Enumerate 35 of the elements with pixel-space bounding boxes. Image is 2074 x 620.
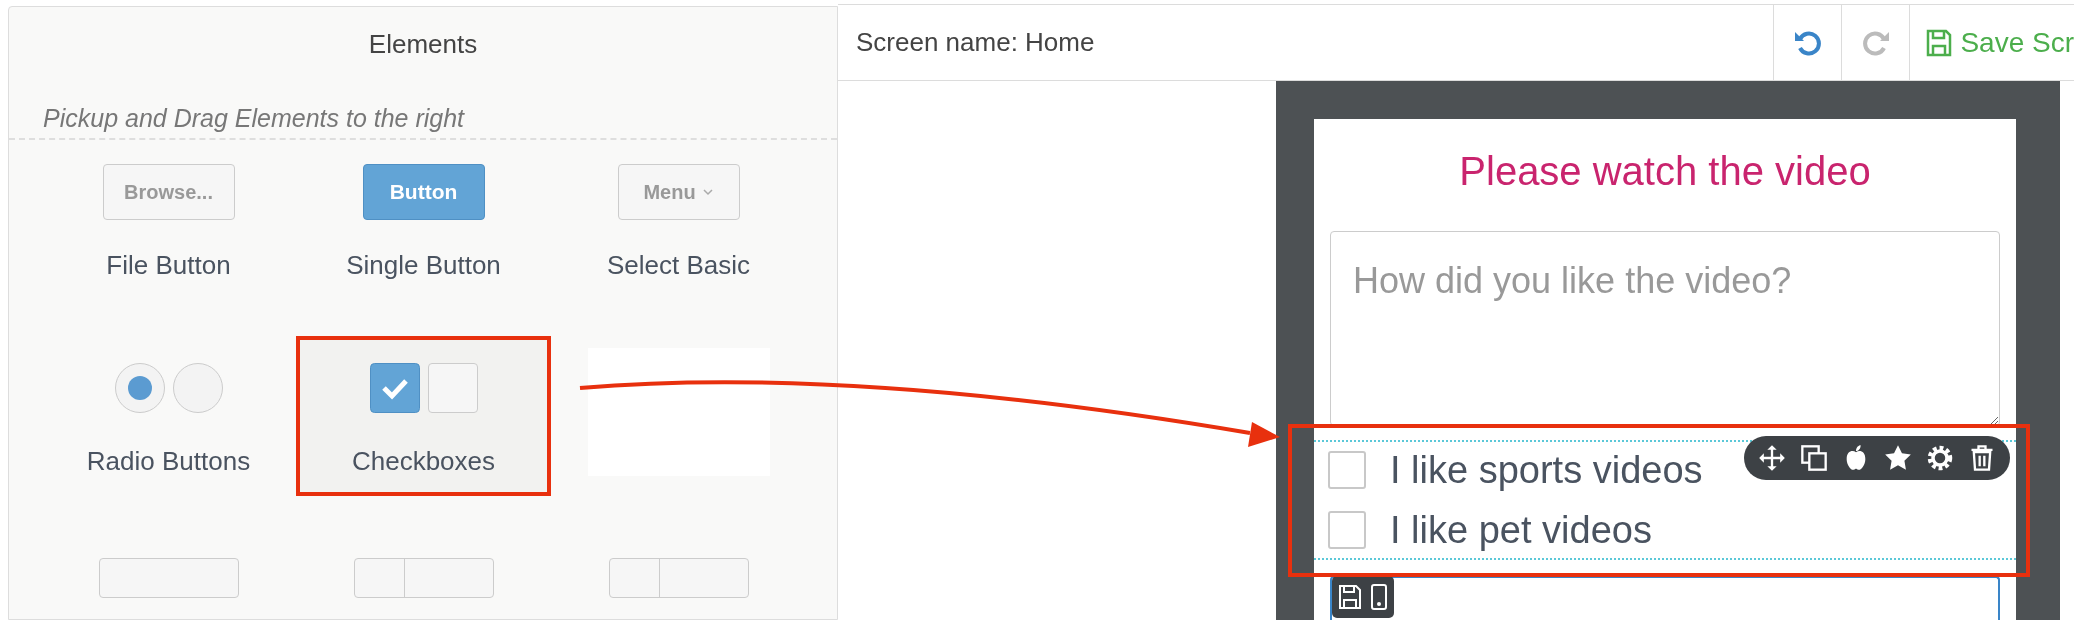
- chevron-down-icon: [701, 187, 714, 196]
- save-icon[interactable]: [1338, 584, 1362, 610]
- panel-title: Elements: [367, 28, 479, 61]
- button-preview: Button: [362, 163, 485, 220]
- settings-icon[interactable]: [1926, 444, 1954, 472]
- element-tile[interactable]: Menu Select Basic: [551, 139, 806, 300]
- screen-heading: Please watch the video: [1458, 148, 1872, 195]
- element-label: Single Button: [346, 248, 501, 282]
- element-tile[interactable]: Checkboxes: [296, 335, 551, 496]
- checkbox-label: I like pet videos: [1390, 508, 1652, 553]
- redo-icon: [1861, 28, 1890, 57]
- star-icon[interactable]: [1884, 444, 1912, 472]
- copy-icon[interactable]: [1800, 444, 1828, 472]
- checkbox[interactable]: [1328, 451, 1366, 489]
- menu-text: Menu: [643, 179, 696, 205]
- submit-button[interactable]: [1330, 576, 2000, 620]
- element-tile[interactable]: Button Single Button: [296, 139, 551, 300]
- panel-hint: Pickup and Drag Elements to the right: [9, 64, 837, 140]
- phone-icon[interactable]: [1370, 583, 1388, 611]
- screen-name: Screen name: Home: [855, 26, 1096, 59]
- save-icon: [1926, 28, 1953, 57]
- browse-button-preview: Browse...: [102, 163, 235, 220]
- element-label: Radio Buttons: [86, 444, 251, 478]
- element-tile[interactable]: Radio Buttons: [41, 335, 296, 496]
- element-label: Select Basic: [606, 248, 751, 282]
- checkbox-empty-icon: [427, 362, 478, 413]
- element-label: File Button: [106, 248, 231, 282]
- checkbox[interactable]: [1328, 511, 1366, 549]
- element-label: Checkboxes: [351, 444, 496, 478]
- checkbox-label: I like sports videos: [1390, 448, 1703, 493]
- checkbox-checked-icon: [369, 362, 420, 413]
- comment-textarea[interactable]: How did you like the video?: [1330, 231, 2000, 426]
- move-icon[interactable]: [1758, 444, 1786, 472]
- element-tile[interactable]: Browse... File Button: [41, 139, 296, 300]
- undo-icon: [1793, 28, 1822, 57]
